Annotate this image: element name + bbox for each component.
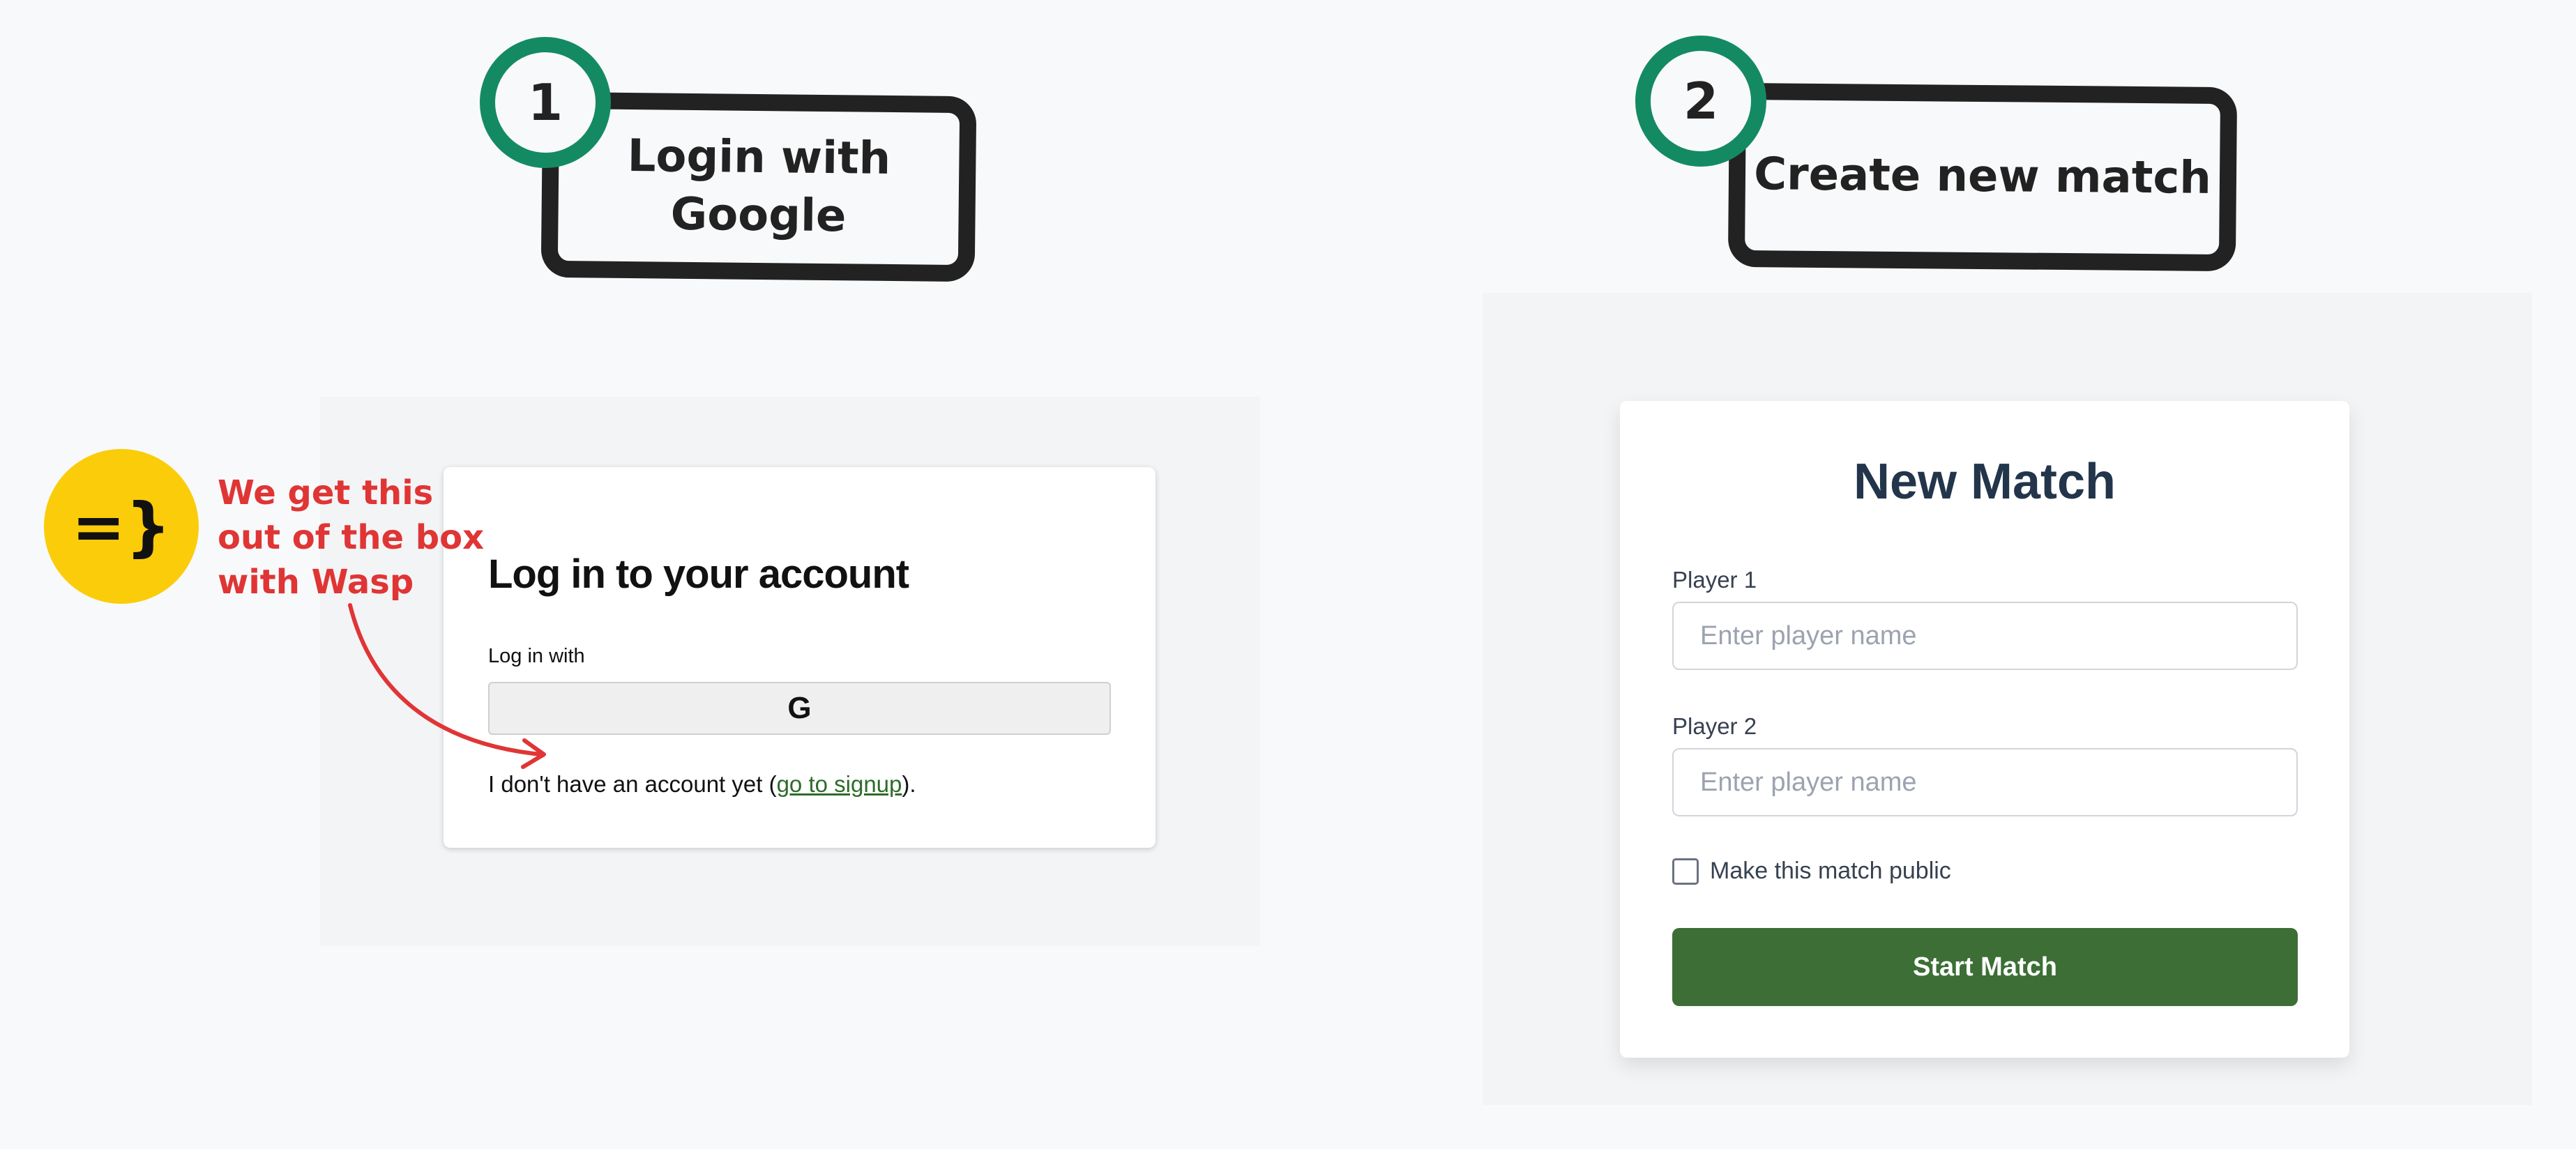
public-match-label: Make this match public (1710, 858, 1951, 884)
google-icon: G (787, 691, 812, 725)
start-match-label: Start Match (1913, 952, 2057, 982)
start-match-button[interactable]: Start Match (1672, 928, 2298, 1006)
step2-number: 2 (1683, 72, 1719, 130)
step1-number: 1 (527, 73, 563, 132)
step1-label-line1: Login with (627, 130, 891, 185)
annotation-text: We get this out of the box with Wasp (218, 471, 484, 604)
step2-label-box: Create new match (1727, 82, 2238, 272)
new-match-title: New Match (1853, 454, 2116, 510)
wasp-logo-badge: =} (44, 449, 199, 604)
player1-input[interactable] (1672, 602, 2298, 670)
step2-number-badge: 2 (1635, 36, 1766, 167)
new-match-screenshot-panel: New Match Player 1 Player 2 Make this ma… (1483, 293, 2532, 1105)
wasp-logo-text: =} (71, 489, 172, 564)
login-title: Log in to your account (488, 551, 909, 597)
signup-link[interactable]: go to signup (777, 771, 902, 797)
annotation-line2: out of the box (218, 518, 485, 557)
public-match-checkbox[interactable] (1672, 858, 1699, 885)
annotation-line1: We get this (218, 473, 434, 512)
player2-label: Player 2 (1672, 713, 1757, 739)
annotation-arrow (348, 603, 546, 769)
player2-input[interactable] (1672, 748, 2298, 816)
signup-suffix: ). (902, 771, 916, 797)
player1-label: Player 1 (1672, 567, 1757, 593)
new-match-card: New Match Player 1 Player 2 Make this ma… (1620, 401, 2349, 1058)
step1-label-line2: Google (670, 188, 847, 243)
step2-label: Create new match (1753, 149, 2212, 205)
google-login-button[interactable]: G (488, 682, 1111, 735)
annotation-arrow-curve (348, 603, 543, 756)
step1-number-badge: 1 (480, 37, 611, 168)
